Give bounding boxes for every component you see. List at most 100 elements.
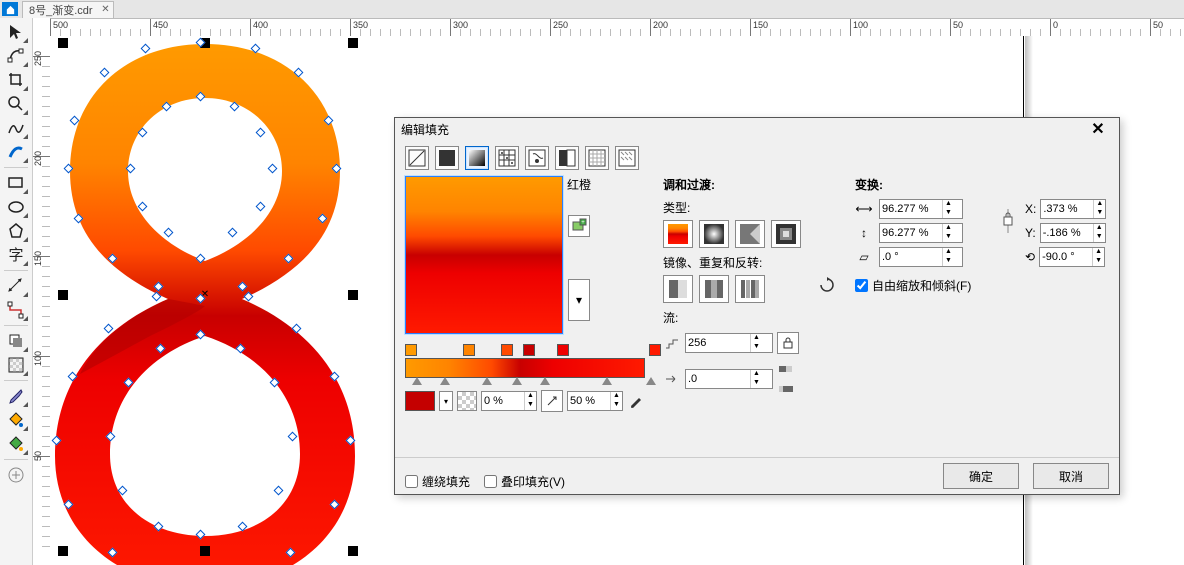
transform-skew-input[interactable]: ▲▼ <box>879 247 963 267</box>
pen-icon[interactable] <box>627 392 645 410</box>
steps-icon <box>663 337 681 349</box>
reverse-bottom-icon[interactable] <box>777 380 795 398</box>
crop-tool[interactable] <box>3 68 29 92</box>
svg-text:字: 字 <box>8 247 23 264</box>
selection-handle-s[interactable] <box>200 546 210 556</box>
accel-icon <box>663 374 681 384</box>
y-label: Y: <box>1025 226 1036 240</box>
color-stop[interactable] <box>649 344 661 356</box>
node-color-dropdown[interactable]: ▾ <box>439 391 453 411</box>
wrap-fill-checkbox[interactable]: 缠绕填充 <box>405 473 470 490</box>
freehand-tool[interactable] <box>3 116 29 140</box>
gradient-preset-dropdown[interactable]: ▾ <box>568 279 590 321</box>
dropshadow-tool[interactable] <box>3 329 29 353</box>
zoom-tool[interactable] <box>3 92 29 116</box>
bitmap-fill-button[interactable] <box>615 146 639 170</box>
smart-fill-tool[interactable] <box>3 432 29 456</box>
gradient-type-conical[interactable] <box>735 220 765 248</box>
pick-tool[interactable] <box>3 20 29 44</box>
lock-aspect-button[interactable] <box>997 207 1019 235</box>
eyedropper-tool[interactable] <box>3 384 29 408</box>
quick-customize[interactable] <box>3 463 29 487</box>
transform-width-input[interactable]: ▲▼ <box>879 199 963 219</box>
rectangle-tool[interactable] <box>3 171 29 195</box>
document-tab[interactable]: 8号_渐变.cdr ✕ <box>22 1 114 18</box>
polygon-tool[interactable] <box>3 219 29 243</box>
opacity-spinner[interactable]: ▲▼ <box>524 392 536 410</box>
transform-x-input[interactable]: ▲▼ <box>1040 199 1106 219</box>
merge-spinner[interactable]: ▲▼ <box>610 392 622 410</box>
mirror-reverse[interactable] <box>735 275 765 303</box>
close-tab-icon[interactable]: ✕ <box>101 4 109 15</box>
texture-fill-button[interactable] <box>555 146 579 170</box>
uniform-fill-button[interactable] <box>435 146 459 170</box>
free-scale-checkbox[interactable]: 自由缩放和倾斜(F) <box>855 277 1109 294</box>
selection-handle-nw[interactable] <box>58 38 68 48</box>
midpoint-handle[interactable] <box>482 377 492 385</box>
selection-handle-ne[interactable] <box>348 38 358 48</box>
color-stop[interactable] <box>523 344 535 356</box>
color-stop[interactable] <box>501 344 513 356</box>
color-stops-strip[interactable] <box>405 344 645 356</box>
ellipse-tool[interactable] <box>3 195 29 219</box>
stream-spinner[interactable]: ▲▼ <box>750 334 762 352</box>
add-preset-button[interactable]: + <box>568 215 590 237</box>
midpoint-handle[interactable] <box>540 377 550 385</box>
pattern-fill-button[interactable] <box>495 146 519 170</box>
parallel-dim-tool[interactable] <box>3 274 29 298</box>
overprint-fill-checkbox[interactable]: 叠印填充(V) <box>484 473 565 490</box>
midpoint-handle[interactable] <box>602 377 612 385</box>
merge-input[interactable]: ▲▼ <box>567 391 623 411</box>
interactive-fill-tool[interactable] <box>3 408 29 432</box>
transparency-tool[interactable] <box>3 353 29 377</box>
midpoint-handle[interactable] <box>646 377 656 385</box>
gradient-type-linear[interactable] <box>663 220 693 248</box>
selection-handle-se[interactable] <box>348 546 358 556</box>
stream-steps-input[interactable]: ▲▼ <box>685 333 773 353</box>
stream-offset-input[interactable]: ▲▼ <box>685 369 773 389</box>
dialog-close-button[interactable]: ✕ <box>1083 119 1113 139</box>
mirror-repeat[interactable] <box>699 275 729 303</box>
offset-spinner[interactable]: ▲▼ <box>750 370 762 388</box>
color-stop[interactable] <box>405 344 417 356</box>
midpoint-handle[interactable] <box>440 377 450 385</box>
shape-tool[interactable] <box>3 44 29 68</box>
document-tab-label: 8号_渐变.cdr <box>29 2 93 18</box>
gradient-preview[interactable] <box>405 176 563 334</box>
dialog-titlebar[interactable]: 编辑填充 ✕ <box>395 118 1119 140</box>
selection-handle-w[interactable] <box>58 290 68 300</box>
gradient-type-elliptical[interactable] <box>699 220 729 248</box>
transform-rotate-input[interactable]: ▲▼ <box>1039 247 1105 267</box>
selection-handle-e[interactable] <box>348 290 358 300</box>
connector-tool[interactable] <box>3 298 29 322</box>
vertical-ruler[interactable]: 25020015010050 <box>32 36 51 565</box>
transform-y-input[interactable]: ▲▼ <box>1040 223 1106 243</box>
node-color-swatch[interactable] <box>405 391 435 411</box>
home-icon[interactable] <box>2 2 18 16</box>
free-scale-label: 自由缩放和倾斜(F) <box>872 277 971 294</box>
ok-button[interactable]: 确定 <box>943 463 1019 489</box>
no-fill-button[interactable] <box>405 146 429 170</box>
two-color-fill-button[interactable] <box>525 146 549 170</box>
gradient-type-rectangular[interactable] <box>771 220 801 248</box>
fountain-fill-button[interactable] <box>465 146 489 170</box>
postscript-fill-button[interactable] <box>585 146 609 170</box>
refresh-button[interactable] <box>817 275 837 295</box>
cancel-button[interactable]: 取消 <box>1033 463 1109 489</box>
midpoint-handle[interactable] <box>412 377 422 385</box>
transform-height-input[interactable]: ▲▼ <box>879 223 963 243</box>
color-stop[interactable] <box>557 344 569 356</box>
artistic-media-tool[interactable] <box>3 140 29 164</box>
stream-lock-button[interactable] <box>777 332 799 354</box>
blend-direction-button[interactable] <box>541 390 563 412</box>
reverse-top-icon[interactable] <box>777 360 795 378</box>
opacity-input[interactable]: ▲▼ <box>481 391 537 411</box>
gradient-bar[interactable] <box>405 358 645 378</box>
artwork-figure-8[interactable] <box>50 36 430 565</box>
text-tool[interactable]: 字 <box>3 243 29 267</box>
selection-handle-sw[interactable] <box>58 546 68 556</box>
transparency-toggle[interactable] <box>457 391 477 411</box>
mirror-none[interactable] <box>663 275 693 303</box>
midpoint-handle[interactable] <box>512 377 522 385</box>
color-stop[interactable] <box>463 344 475 356</box>
